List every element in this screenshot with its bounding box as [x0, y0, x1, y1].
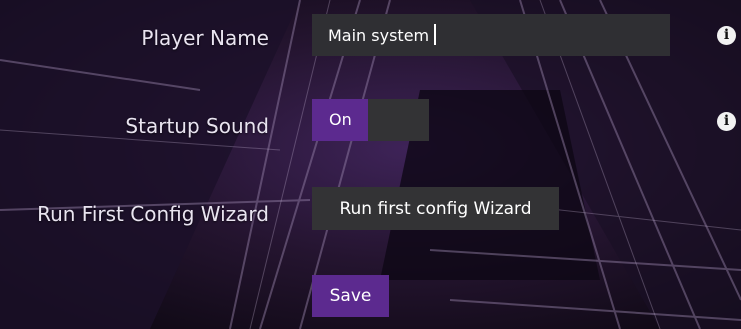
info-icon[interactable]: i — [717, 112, 736, 131]
save-button[interactable]: Save — [312, 275, 389, 317]
info-icon[interactable]: i — [717, 26, 736, 45]
toggle-on-segment[interactable]: On — [312, 99, 368, 141]
run-first-config-wizard-button[interactable]: Run first config Wizard — [312, 187, 559, 230]
first-config-wizard-label: Run First Config Wizard — [37, 202, 269, 226]
startup-sound-toggle[interactable]: On — [312, 99, 429, 141]
text-cursor — [434, 24, 436, 45]
startup-sound-label: Startup Sound — [125, 114, 269, 138]
player-name-input[interactable] — [312, 14, 670, 56]
toggle-off-segment[interactable] — [368, 99, 429, 141]
player-name-label: Player Name — [141, 26, 269, 50]
